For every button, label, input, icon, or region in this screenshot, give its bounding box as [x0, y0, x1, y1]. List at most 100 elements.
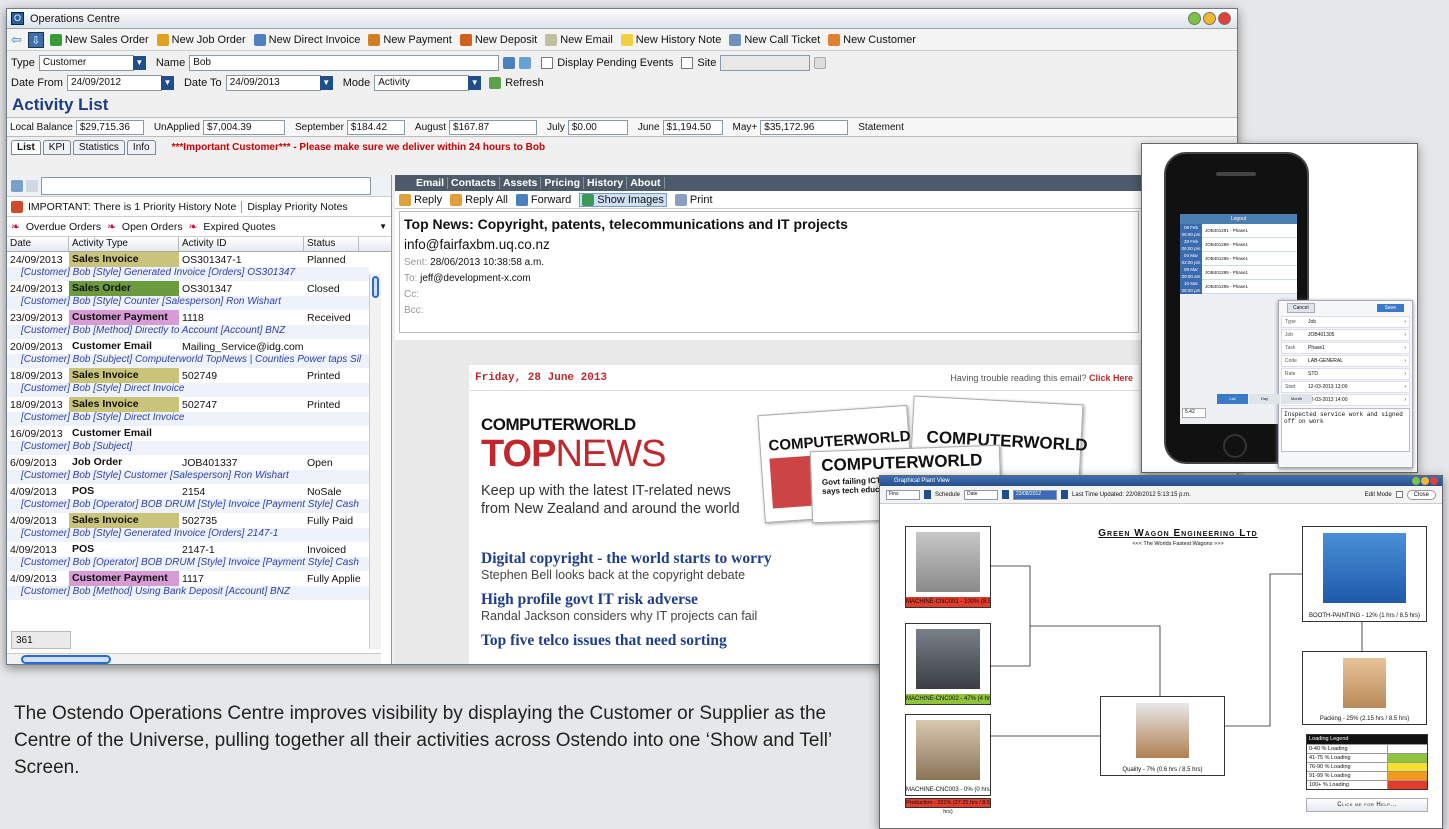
calendar-dropdown-icon[interactable]: ▼	[160, 76, 174, 90]
date-from-input[interactable]: 24/09/2012	[66, 75, 162, 91]
site-input[interactable]	[720, 55, 811, 71]
phone-note[interactable]: Inspected service work and signed off on…	[1281, 408, 1410, 452]
machine-cnc001-node[interactable]: MACHINE-CNC001 - 100% (8.5 hrs / 8.5 hrs…	[905, 526, 991, 608]
minimize-button[interactable]	[1188, 12, 1201, 25]
date-to-input[interactable]: 24/09/2013	[225, 75, 321, 91]
display-priority-notes-button[interactable]: Display Priority Notes	[241, 200, 348, 213]
phone-field-row[interactable]: Start 12-03-2013 13:00 ›	[1281, 381, 1410, 393]
statement-button[interactable]: Statement	[858, 122, 904, 133]
toolbar-button[interactable]: New Email	[545, 33, 613, 46]
toolbar-button[interactable]: New Direct Invoice	[253, 33, 360, 46]
phone-field-row[interactable]: Job JOB401305 ›	[1281, 329, 1410, 341]
eraser-icon[interactable]	[26, 179, 38, 192]
tab-pricing[interactable]: Pricing	[541, 177, 584, 189]
table-row[interactable]: 18/09/2013 Sales Invoice 502749 Printed [Cus…	[7, 368, 369, 397]
column-date[interactable]: Date	[7, 237, 69, 251]
home-button[interactable]	[1223, 434, 1247, 458]
print-button[interactable]: Print	[674, 193, 713, 206]
table-row[interactable]: 24/09/2013 Sales Invoice OS301347-1 Planned…	[7, 252, 369, 281]
tab-contacts[interactable]: Contacts	[448, 177, 500, 189]
chevron-down-icon[interactable]: ▼	[379, 222, 387, 231]
packing-node[interactable]: Packing - 25% (2.15 hrs / 8.5 hrs)	[1302, 651, 1427, 725]
toolbar-button[interactable]: New Job Order	[156, 33, 246, 46]
view-list-button[interactable]: List	[1217, 394, 1248, 404]
edit-icon[interactable]	[519, 57, 532, 69]
pending-events-checkbox[interactable]	[541, 57, 554, 69]
phone-save-button[interactable]: Save	[1376, 304, 1404, 312]
click-here-link[interactable]: Click Here	[1089, 373, 1133, 383]
table-row[interactable]: 4/09/2013 Sales Invoice 502735 Fully Paid [C…	[7, 513, 369, 542]
column-status[interactable]: Status	[304, 237, 359, 251]
binoculars-icon[interactable]	[11, 179, 23, 192]
open-orders-button[interactable]: Open Orders	[122, 221, 183, 233]
toolbar-button[interactable]: New Customer	[828, 33, 916, 46]
search-input[interactable]	[41, 176, 371, 195]
tab-email[interactable]: Email	[413, 177, 449, 189]
mode-select[interactable]: Activity	[374, 75, 470, 91]
maximize-button[interactable]	[1203, 12, 1216, 25]
phone-field-row[interactable]: Rate STD ›	[1281, 368, 1410, 380]
table-row[interactable]: 6/09/2013 Job Order JOB401337 Open [Customer…	[7, 455, 369, 484]
tab-statistics[interactable]: Statistics	[72, 139, 125, 155]
down-arrow-icon[interactable]: ⇩	[27, 31, 44, 48]
tab-list[interactable]: List	[11, 139, 41, 155]
phone-field-row[interactable]: Code LAB-GENERAL ›	[1281, 355, 1410, 367]
toolbar-button[interactable]: New Sales Order	[49, 33, 149, 46]
table-row[interactable]: 4/09/2013 POS 2154 NoSale [Customer] Bob [Op…	[7, 484, 369, 513]
forward-button[interactable]: Forward	[515, 193, 571, 206]
machine-cnc002-node[interactable]: MACHINE-CNC002 - 47% (4 hrs / 8.5 hrs)	[905, 623, 991, 705]
name-input[interactable]: Bob	[189, 55, 500, 71]
table-row[interactable]: 4/09/2013 POS 2147-1 Invoiced [Customer] Bob…	[7, 542, 369, 571]
column-activity-type[interactable]: Activity Type	[69, 237, 179, 251]
table-row[interactable]: 18/09/2013 Sales Invoice 502747 Printed [Cus…	[7, 397, 369, 426]
tab-about[interactable]: About	[627, 177, 665, 189]
type-select[interactable]: Customer	[38, 55, 134, 71]
close-button[interactable]	[1218, 12, 1231, 25]
toolbar-button[interactable]: New Deposit	[459, 33, 537, 46]
phone-job-row[interactable]: 04 Mar 02:00 pm JOB401295 - Phase1	[1180, 251, 1297, 266]
tab-info[interactable]: Info	[126, 139, 156, 155]
reply-all-button[interactable]: Reply All	[450, 193, 508, 206]
phone-cancel-button[interactable]: Cancel	[1287, 303, 1315, 313]
table-row[interactable]: 24/09/2013 Sales Order OS301347 Closed [Cust…	[7, 281, 369, 310]
phone-field-row[interactable]: Type Job ›	[1281, 316, 1410, 328]
help-button[interactable]: Click me for Help...	[1306, 798, 1428, 812]
toolbar-button[interactable]: New Payment	[368, 33, 452, 46]
column-activity-id[interactable]: Activity ID	[179, 237, 304, 251]
table-row[interactable]: 4/09/2013 Customer Payment 1117 Fully Appli…	[7, 571, 369, 600]
lookup-icon[interactable]	[503, 57, 516, 69]
refresh-button[interactable]: Refresh	[505, 77, 544, 89]
site-lookup-icon[interactable]	[814, 57, 827, 69]
table-row[interactable]: 23/09/2013 Customer Payment 1118 Received [C…	[7, 310, 369, 339]
chevron-down-icon[interactable]: ▼	[132, 56, 146, 70]
phone-job-row[interactable]: 09 Feb 06:00 pm JOB401291 - Phase1	[1180, 223, 1297, 238]
expired-quotes-button[interactable]: Expired Quotes	[203, 221, 275, 233]
toolbar-button[interactable]: New History Note	[620, 33, 721, 46]
show-images-button[interactable]: Show Images	[579, 192, 667, 207]
calendar-dropdown-icon[interactable]: ▼	[319, 76, 333, 90]
reply-button[interactable]: Reply	[399, 193, 442, 206]
horizontal-scrollbar[interactable]	[7, 653, 381, 664]
phone-field-row[interactable]: Task Phase1 ›	[1281, 342, 1410, 354]
tab-history[interactable]: History	[584, 177, 628, 189]
table-row[interactable]: 20/09/2013 Customer Email Mailing_Service@…	[7, 339, 369, 368]
phone-qty-input[interactable]: 5.42	[1182, 408, 1206, 418]
quality-node[interactable]: Quality - 7% (0.6 hrs / 8.5 hrs)	[1100, 696, 1225, 776]
machine-cnc003-node[interactable]: MACHINE-CNC003 - 0% (0 hrs / 8.5 hrs)	[905, 714, 991, 796]
phone-job-row[interactable]: 09 Mar 09:00 am JOB401295 - Phase1	[1180, 265, 1297, 280]
chevron-down-icon[interactable]: ▼	[468, 76, 482, 90]
back-arrow-icon[interactable]: ⇦	[11, 32, 22, 48]
booth-painting-node[interactable]: BOOTH-PAINTING - 12% (1 hrs / 8.5 hrs)	[1302, 526, 1427, 622]
vertical-scrollbar[interactable]	[369, 274, 381, 649]
tab-kpi[interactable]: KPI	[42, 139, 71, 155]
tab-assets[interactable]: Assets	[500, 177, 542, 189]
site-checkbox[interactable]	[681, 57, 694, 69]
refresh-icon[interactable]	[489, 77, 502, 89]
overdue-orders-button[interactable]: Overdue Orders	[26, 221, 101, 233]
view-month-button[interactable]: Month	[1281, 394, 1312, 404]
phone-job-row[interactable]: 28 Feb 06:00 pm JOB401289 - Phase1	[1180, 237, 1297, 252]
toolbar-button[interactable]: New Call Ticket	[729, 33, 820, 46]
phone-job-row[interactable]: 10 Mar 08:00 pm JOB401295 - Phase1	[1180, 279, 1297, 294]
table-row[interactable]: 16/09/2013 Customer Email [Customer] Bob […	[7, 426, 369, 455]
view-day-button[interactable]: Day	[1249, 394, 1280, 404]
